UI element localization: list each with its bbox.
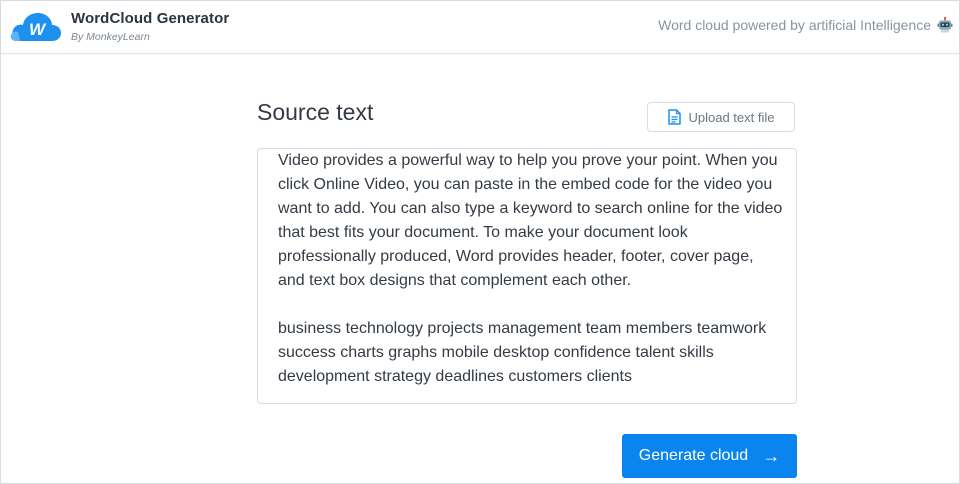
app-window: W WordCloud Generator By MonkeyLearn Wor… bbox=[0, 0, 960, 484]
document-icon bbox=[667, 109, 681, 125]
brand-title: WordCloud Generator bbox=[71, 10, 230, 27]
robot-icon bbox=[937, 17, 953, 33]
generate-button-label: Generate cloud bbox=[638, 447, 749, 464]
generate-cloud-button[interactable]: Generate cloud → bbox=[622, 434, 797, 478]
tagline-text: Word cloud powered by artificial Intelli… bbox=[658, 17, 931, 33]
source-text-content[interactable]: Video provides a powerful way to help yo… bbox=[278, 149, 783, 389]
top-header: W WordCloud Generator By MonkeyLearn Wor… bbox=[1, 1, 959, 54]
logo-letter: W bbox=[29, 20, 47, 39]
brand-subtitle: By MonkeyLearn bbox=[71, 31, 150, 43]
arrow-right-icon: → bbox=[762, 445, 781, 466]
tagline: Word cloud powered by artificial Intelli… bbox=[658, 17, 953, 33]
wordcloud-logo-icon[interactable]: W bbox=[10, 11, 62, 43]
upload-text-file-button[interactable]: Upload text file bbox=[647, 102, 795, 132]
source-text-area[interactable]: Video provides a powerful way to help yo… bbox=[257, 148, 797, 404]
source-text-title: Source text bbox=[257, 99, 374, 125]
upload-button-label: Upload text file bbox=[688, 109, 775, 125]
